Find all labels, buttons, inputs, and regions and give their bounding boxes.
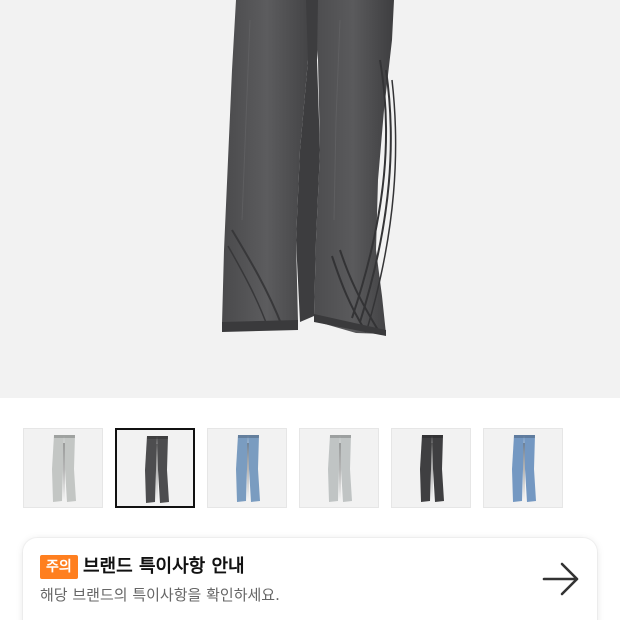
thumbnail-jeans-image (145, 436, 169, 503)
thumbnail-jeans-image (420, 435, 444, 502)
arrow-right-icon[interactable] (542, 562, 580, 596)
product-main-image[interactable] (0, 0, 620, 398)
thumbnail-strip (23, 428, 620, 508)
thumbnail-2[interactable] (115, 428, 195, 508)
jeans-illustration (222, 0, 397, 336)
thumbnail-4[interactable] (299, 428, 379, 508)
thumbnail-1[interactable] (23, 428, 103, 508)
brand-notice-card[interactable]: 주의 브랜드 특이사항 안내 해당 브랜드의 특이사항을 확인하세요. (23, 538, 597, 620)
product-detail-page: 주의 브랜드 특이사항 안내 해당 브랜드의 특이사항을 확인하세요. (0, 0, 620, 620)
thumbnail-jeans-image (52, 435, 76, 502)
thumbnail-5[interactable] (391, 428, 471, 508)
thumbnail-6[interactable] (483, 428, 563, 508)
notice-description: 해당 브랜드의 특이사항을 확인하세요. (40, 586, 280, 604)
thumbnail-jeans-image (236, 435, 260, 502)
thumbnail-3[interactable] (207, 428, 287, 508)
thumbnail-jeans-image (512, 435, 536, 502)
notice-title: 브랜드 특이사항 안내 (83, 556, 245, 577)
thumbnail-jeans-image (328, 435, 352, 502)
caution-badge: 주의 (40, 555, 78, 579)
